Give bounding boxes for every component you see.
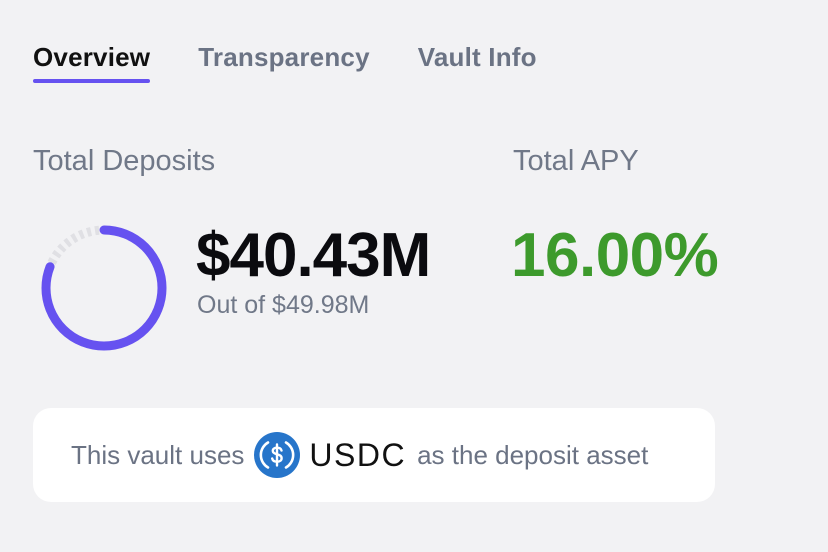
tab-bar: Overview Transparency Vault Info: [33, 42, 537, 83]
asset-name-usdc: USDC: [309, 436, 407, 473]
total-apy-value: 16.00%: [511, 221, 719, 290]
total-deposits-label: Total Deposits: [33, 145, 216, 177]
tab-transparency[interactable]: Transparency: [198, 42, 370, 83]
asset-notice-prefix: This vault uses: [71, 439, 245, 470]
vault-overview-panel: Overview Transparency Vault Info Total D…: [0, 0, 828, 552]
total-deposits-amount: $40.43M: [196, 221, 431, 290]
tab-overview[interactable]: Overview: [33, 42, 151, 83]
asset-notice-suffix: as the deposit asset: [417, 439, 649, 470]
deposit-progress-ring: [41, 225, 167, 351]
deposit-cap-text: Out of $49.98M: [197, 291, 370, 319]
usdc-coin-icon: [254, 432, 301, 478]
deposit-asset-card: This vault uses USDC as the deposit asse…: [33, 408, 715, 502]
total-apy-label: Total APY: [513, 145, 639, 177]
tab-vault-info[interactable]: Vault Info: [418, 42, 537, 83]
